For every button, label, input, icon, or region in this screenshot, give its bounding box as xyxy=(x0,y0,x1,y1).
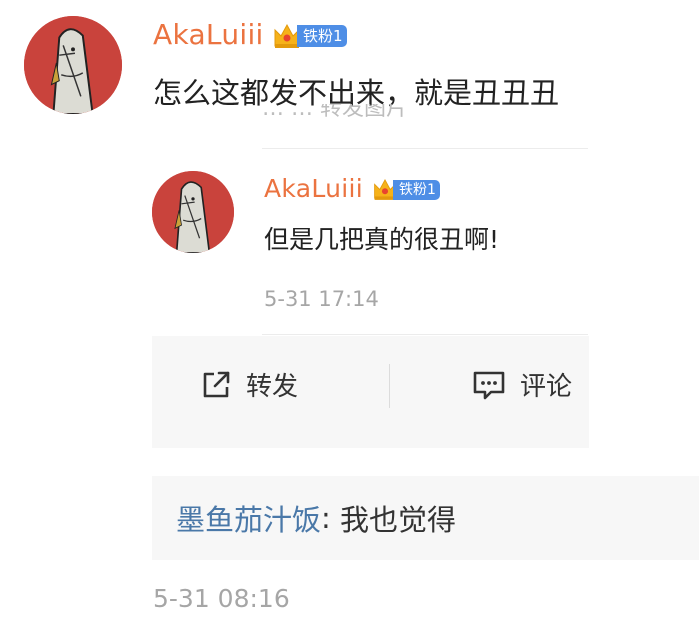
action-divider xyxy=(389,364,390,408)
reply-timestamp: 5-31 17:14 xyxy=(264,287,379,311)
action-bar: 转发 评论 xyxy=(152,336,589,448)
fan-badge[interactable]: 铁粉1 xyxy=(272,22,347,50)
reply-fan-badge[interactable]: 铁粉1 xyxy=(372,177,440,202)
repost-button[interactable]: 转发 xyxy=(200,366,298,403)
repost-label: 转发 xyxy=(246,372,299,402)
share-external-icon xyxy=(203,371,230,397)
sub-comment[interactable]: 墨鱼茄汁饭 : 我也觉得 xyxy=(152,476,699,560)
badge-label: 铁粉1 xyxy=(297,25,347,47)
reply-username[interactable]: AkaLuiii xyxy=(264,174,363,203)
fish-avatar-icon xyxy=(152,171,234,253)
comment-separator: : xyxy=(321,501,341,535)
reply-message: 但是几把真的很丑啊! xyxy=(264,225,500,254)
faded-text: … … 转发图片 xyxy=(262,104,408,121)
post-timestamp: 5-31 08:16 xyxy=(153,584,290,613)
post-username[interactable]: AkaLuiii xyxy=(153,18,264,51)
comment-bubble-icon xyxy=(473,371,505,399)
comment-text: 我也觉得 xyxy=(340,503,457,537)
avatar[interactable] xyxy=(24,16,122,114)
comment-label: 评论 xyxy=(520,372,573,402)
comment-username[interactable]: 墨鱼茄汁饭 xyxy=(176,497,321,539)
divider xyxy=(262,334,588,335)
divider xyxy=(262,148,588,149)
fish-avatar-icon xyxy=(24,16,122,114)
badge-label: 铁粉1 xyxy=(393,179,440,200)
reply-avatar[interactable] xyxy=(152,171,234,253)
comment-button[interactable]: 评论 xyxy=(472,366,572,403)
